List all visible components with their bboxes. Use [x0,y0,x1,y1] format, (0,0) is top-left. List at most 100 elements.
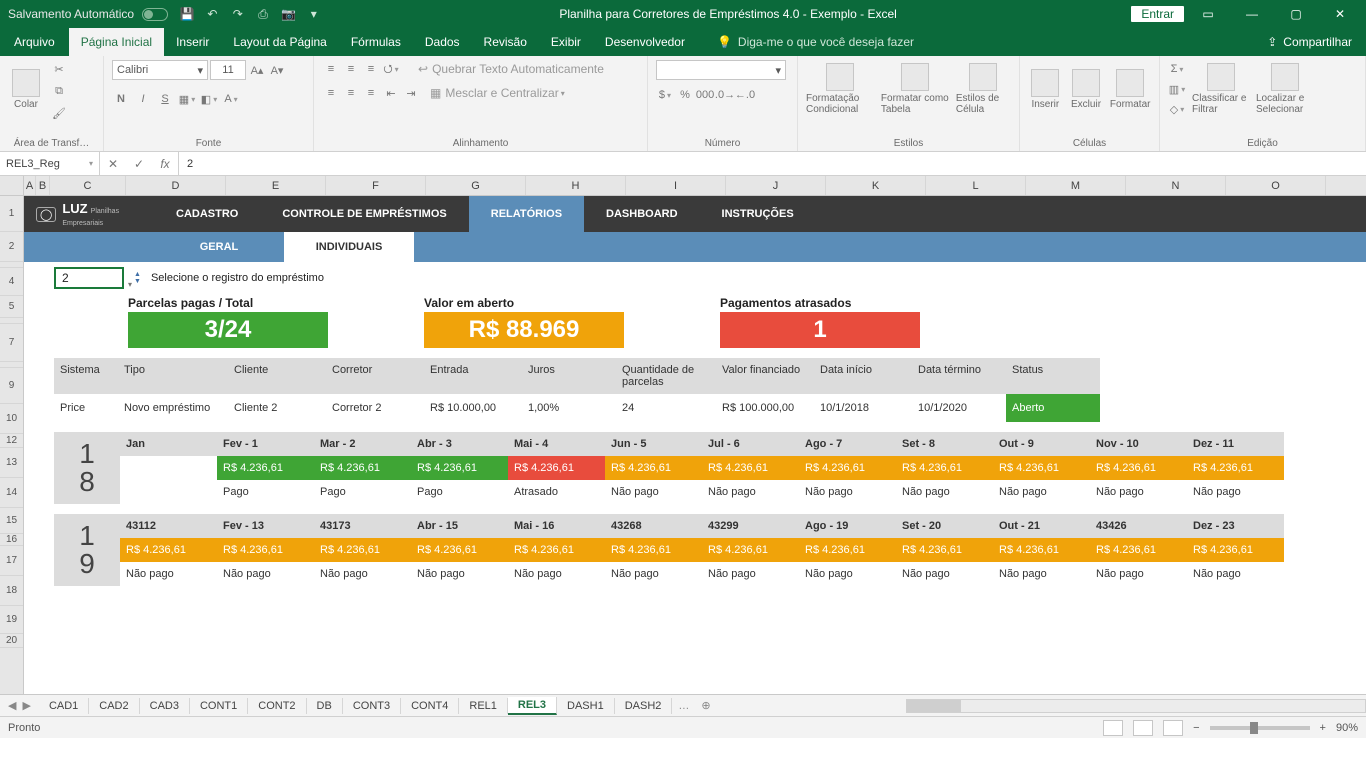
amount-cell[interactable] [120,456,217,480]
td-tipo[interactable]: Novo empréstimo [118,394,228,422]
col-M[interactable]: M [1026,176,1126,195]
tab-view[interactable]: Exibir [539,28,593,56]
td-entrada[interactable]: R$ 10.000,00 [424,394,522,422]
td-corretor[interactable]: Corretor 2 [326,394,424,422]
increase-font-icon[interactable]: A▴ [248,61,266,79]
status-cell[interactable]: Pago [217,480,314,504]
orientation-icon[interactable]: ⭯ [382,60,400,78]
td-sistema[interactable]: Price [54,394,118,422]
maximize-icon[interactable]: ▢ [1276,0,1316,28]
cell-styles-button[interactable]: Estilos de Célula [956,60,1011,118]
amount-cell[interactable]: R$ 4.236,61 [896,538,993,562]
status-cell[interactable]: Não pago [508,562,605,586]
zoom-out-icon[interactable]: − [1193,722,1199,734]
status-cell[interactable]: Não pago [120,562,217,586]
new-sheet-icon[interactable]: ⊕ [695,699,716,712]
italic-button[interactable]: I [134,90,152,108]
tab-data[interactable]: Dados [413,28,472,56]
status-cell[interactable]: Não pago [411,562,508,586]
indent-dec-icon[interactable]: ⇤ [382,84,400,102]
td-termino[interactable]: 10/1/2020 [912,394,1006,422]
zoom-in-icon[interactable]: + [1320,722,1326,734]
col-J[interactable]: J [726,176,826,195]
conditional-format-button[interactable]: Formatação Condicional [806,60,875,118]
amount-cell[interactable]: R$ 4.236,61 [1187,456,1284,480]
subtab-geral[interactable]: GERAL [154,232,284,262]
col-N[interactable]: N [1126,176,1226,195]
amount-cell[interactable]: R$ 4.236,61 [1090,456,1187,480]
format-cells-button[interactable]: Formatar [1109,60,1151,118]
align-left-icon[interactable]: ≡ [322,84,340,102]
align-bottom-icon[interactable]: ≡ [362,60,380,78]
amount-cell[interactable]: R$ 4.236,61 [508,456,605,480]
col-L[interactable]: L [926,176,1026,195]
indent-inc-icon[interactable]: ⇥ [402,84,420,102]
zoom-level[interactable]: 90% [1336,722,1358,734]
align-right-icon[interactable]: ≡ [362,84,380,102]
amount-cell[interactable]: R$ 4.236,61 [314,456,411,480]
amount-cell[interactable]: R$ 4.236,61 [702,456,799,480]
status-cell[interactable]: Não pago [1187,480,1284,504]
row-15[interactable]: 15 [0,508,23,534]
quickprint-icon[interactable]: ⎙ [252,3,274,25]
status-cell[interactable]: Não pago [896,562,993,586]
amount-cell[interactable]: R$ 4.236,61 [799,456,896,480]
inc-decimal-icon[interactable]: .0→ [716,86,734,104]
delete-cells-button[interactable]: Excluir [1069,60,1104,118]
amount-cell[interactable]: R$ 4.236,61 [993,456,1090,480]
status-cell[interactable]: Não pago [1090,562,1187,586]
row-18[interactable]: 18 [0,576,23,606]
status-cell[interactable]: Pago [314,480,411,504]
clear-icon[interactable]: ◇ [1168,100,1186,118]
sheet-DASH1[interactable]: DASH1 [557,698,615,714]
col-K[interactable]: K [826,176,926,195]
status-cell[interactable]: Não pago [799,562,896,586]
sheet-CONT2[interactable]: CONT2 [248,698,306,714]
sheet-DASH2[interactable]: DASH2 [615,698,673,714]
subtab-individuais[interactable]: INDIVIDUAIS [284,232,414,262]
sort-filter-button[interactable]: Classificar e Filtrar [1192,60,1250,118]
view-normal-icon[interactable] [1103,720,1123,736]
sheet-nav-next-icon[interactable]: ▶ [22,699,30,712]
zoom-slider[interactable] [1210,726,1310,730]
status-cell[interactable]: Não pago [993,480,1090,504]
td-qtd[interactable]: 24 [616,394,716,422]
status-cell[interactable]: Não pago [896,480,993,504]
select-all-button[interactable] [0,176,24,195]
close-icon[interactable]: ✕ [1320,0,1360,28]
dec-decimal-icon[interactable]: ←.0 [736,86,754,104]
sheet-nav-prev-icon[interactable]: ◀ [8,699,16,712]
td-status[interactable]: Aberto [1006,394,1100,422]
col-A[interactable]: A [24,176,36,195]
tab-home[interactable]: Página Inicial [69,28,164,56]
status-cell[interactable]: Não pago [702,480,799,504]
tab-insert[interactable]: Inserir [164,28,221,56]
wrap-text-button[interactable]: ↩ Quebrar Texto Automaticamente [418,62,604,76]
sheet-CAD2[interactable]: CAD2 [89,698,139,714]
insert-cells-button[interactable]: Inserir [1028,60,1063,118]
percent-icon[interactable]: % [676,86,694,104]
amount-cell[interactable]: R$ 4.236,61 [605,456,702,480]
align-center-icon[interactable]: ≡ [342,84,360,102]
tab-review[interactable]: Revisão [472,28,539,56]
find-select-button[interactable]: Localizar e Selecionar [1256,60,1314,118]
font-color-button[interactable]: A [222,90,240,108]
td-valor[interactable]: R$ 100.000,00 [716,394,814,422]
row-19[interactable]: 19 [0,606,23,634]
amount-cell[interactable]: R$ 4.236,61 [1090,538,1187,562]
amount-cell[interactable]: R$ 4.236,61 [702,538,799,562]
nav-controle[interactable]: CONTROLE DE EMPRÉSTIMOS [260,196,468,232]
enter-formula-icon[interactable]: ✓ [126,157,152,171]
amount-cell[interactable]: R$ 4.236,61 [799,538,896,562]
td-cliente[interactable]: Cliente 2 [228,394,326,422]
nav-dashboard[interactable]: DASHBOARD [584,196,700,232]
spin-down-icon[interactable]: ▼ [134,278,141,285]
status-cell[interactable]: Não pago [217,562,314,586]
nav-cadastro[interactable]: CADASTRO [154,196,260,232]
cut-icon[interactable]: ✂ [50,60,68,78]
status-cell[interactable]: Não pago [605,562,702,586]
tab-file[interactable]: Arquivo [0,28,69,56]
col-I[interactable]: I [626,176,726,195]
amount-cell[interactable]: R$ 4.236,61 [1187,538,1284,562]
merge-center-button[interactable]: ▦ Mesclar e Centralizar [430,86,565,100]
